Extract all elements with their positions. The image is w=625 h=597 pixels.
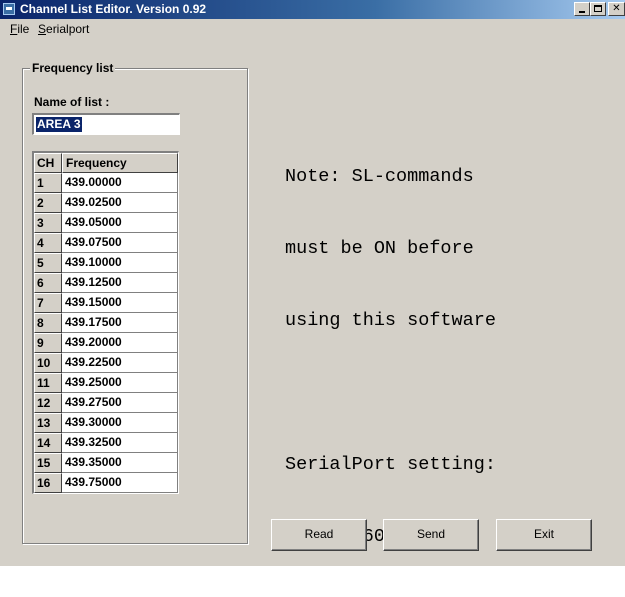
table-row[interactable]: 16 439.75000 bbox=[34, 473, 178, 493]
maximize-button[interactable] bbox=[590, 2, 606, 16]
table-row[interactable]: 14 439.32500 bbox=[34, 433, 178, 453]
row-header-ch[interactable]: 15 bbox=[34, 453, 62, 473]
row-header-ch[interactable]: 12 bbox=[34, 393, 62, 413]
frequency-cell[interactable]: 439.35000 bbox=[62, 453, 178, 473]
row-header-ch[interactable]: 7 bbox=[34, 293, 62, 313]
table-row[interactable]: 5 439.10000 bbox=[34, 253, 178, 273]
serialport-setting-label: SerialPort setting: bbox=[285, 454, 496, 475]
column-header-frequency[interactable]: Frequency bbox=[62, 153, 178, 173]
row-header-ch[interactable]: 9 bbox=[34, 333, 62, 353]
frequency-cell[interactable]: 439.07500 bbox=[62, 233, 178, 253]
table-row[interactable]: 4 439.07500 bbox=[34, 233, 178, 253]
table-row[interactable]: 9 439.20000 bbox=[34, 333, 178, 353]
frequency-cell[interactable]: 439.02500 bbox=[62, 193, 178, 213]
frequency-cell[interactable]: 439.30000 bbox=[62, 413, 178, 433]
app-icon[interactable] bbox=[3, 3, 15, 15]
frequency-cell[interactable]: 439.12500 bbox=[62, 273, 178, 293]
table-row[interactable]: 7 439.15000 bbox=[34, 293, 178, 313]
minimize-icon bbox=[579, 11, 585, 13]
table-row[interactable]: 8 439.17500 bbox=[34, 313, 178, 333]
note-line-3: using this software bbox=[285, 310, 496, 331]
frequency-list-legend: Frequency list bbox=[30, 61, 116, 75]
frequency-cell[interactable]: 439.15000 bbox=[62, 293, 178, 313]
list-name-label: Name of list : bbox=[34, 95, 110, 109]
frequency-cell[interactable]: 439.75000 bbox=[62, 473, 178, 493]
frequency-cell[interactable]: 439.25000 bbox=[62, 373, 178, 393]
row-header-ch[interactable]: 14 bbox=[34, 433, 62, 453]
table-row[interactable]: 12 439.27500 bbox=[34, 393, 178, 413]
menu-serialport[interactable]: Serialport bbox=[38, 22, 89, 36]
channel-table[interactable]: CH Frequency 1 439.00000 2 439.02500 3 4… bbox=[32, 151, 179, 494]
row-header-ch[interactable]: 4 bbox=[34, 233, 62, 253]
row-header-ch[interactable]: 3 bbox=[34, 213, 62, 233]
note-line-2: must be ON before bbox=[285, 238, 474, 259]
window-title: Channel List Editor. Version 0.92 bbox=[20, 2, 207, 16]
exit-button[interactable]: Exit bbox=[496, 519, 592, 551]
frequency-cell[interactable]: 439.20000 bbox=[62, 333, 178, 353]
close-button[interactable]: ✕ bbox=[608, 2, 625, 16]
note-spacer bbox=[285, 381, 496, 405]
table-row[interactable]: 3 439.05000 bbox=[34, 213, 178, 233]
column-header-ch[interactable]: CH bbox=[34, 153, 62, 173]
frequency-cell[interactable]: 439.22500 bbox=[62, 353, 178, 373]
list-name-value: AREA 3 bbox=[36, 117, 82, 132]
row-header-ch[interactable]: 8 bbox=[34, 313, 62, 333]
list-name-input[interactable]: AREA 3 bbox=[32, 113, 180, 135]
frequency-cell[interactable]: 439.00000 bbox=[62, 173, 178, 193]
menu-serialport-label: erialport bbox=[46, 22, 90, 36]
table-row[interactable]: 6 439.12500 bbox=[34, 273, 178, 293]
table-row[interactable]: 2 439.02500 bbox=[34, 193, 178, 213]
close-icon: ✕ bbox=[612, 3, 621, 14]
row-header-ch[interactable]: 2 bbox=[34, 193, 62, 213]
row-header-ch[interactable]: 5 bbox=[34, 253, 62, 273]
table-header-row: CH Frequency bbox=[34, 153, 178, 173]
menu-serialport-mnemonic: S bbox=[38, 22, 47, 36]
frequency-cell[interactable]: 439.27500 bbox=[62, 393, 178, 413]
menu-file-label: ile bbox=[17, 22, 30, 36]
table-row[interactable]: 1 439.00000 bbox=[34, 173, 178, 193]
send-button[interactable]: Send bbox=[383, 519, 479, 551]
read-button[interactable]: Read bbox=[271, 519, 367, 551]
table-row[interactable]: 15 439.35000 bbox=[34, 453, 178, 473]
maximize-icon bbox=[594, 5, 602, 12]
note-line-1: Note: SL-commands bbox=[285, 166, 474, 187]
menu-bar: File Serialport bbox=[0, 19, 625, 39]
row-header-ch[interactable]: 6 bbox=[34, 273, 62, 293]
frequency-cell[interactable]: 439.17500 bbox=[62, 313, 178, 333]
table-row[interactable]: 10 439.22500 bbox=[34, 353, 178, 373]
row-header-ch[interactable]: 10 bbox=[34, 353, 62, 373]
menu-file[interactable]: File bbox=[10, 22, 29, 36]
main-window: Channel List Editor. Version 0.92 ✕ File… bbox=[0, 0, 625, 566]
minimize-button[interactable] bbox=[574, 2, 590, 16]
row-header-ch[interactable]: 16 bbox=[34, 473, 62, 493]
frequency-cell[interactable]: 439.10000 bbox=[62, 253, 178, 273]
table-row[interactable]: 11 439.25000 bbox=[34, 373, 178, 393]
frequency-cell[interactable]: 439.05000 bbox=[62, 213, 178, 233]
row-header-ch[interactable]: 11 bbox=[34, 373, 62, 393]
row-header-ch[interactable]: 1 bbox=[34, 173, 62, 193]
frequency-cell[interactable]: 439.32500 bbox=[62, 433, 178, 453]
row-header-ch[interactable]: 13 bbox=[34, 413, 62, 433]
title-bar[interactable]: Channel List Editor. Version 0.92 ✕ bbox=[0, 0, 625, 19]
table-row[interactable]: 13 439.30000 bbox=[34, 413, 178, 433]
